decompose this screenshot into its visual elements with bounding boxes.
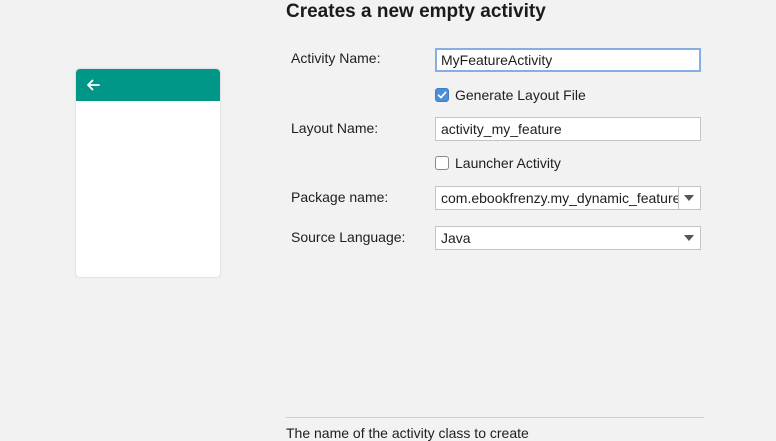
launcher-activity-checkbox[interactable] — [435, 156, 449, 170]
page-title: Creates a new empty activity — [286, 1, 546, 22]
preview-app-bar — [76, 69, 220, 101]
package-name-value[interactable]: com.ebookfrenzy.my_dynamic_feature — [436, 187, 678, 209]
activity-preview-card — [76, 69, 220, 277]
chevron-down-icon — [684, 235, 694, 241]
package-name-dropdown-button[interactable] — [678, 187, 700, 209]
layout-name-input[interactable] — [435, 117, 701, 141]
activity-name-label: Activity Name: — [291, 50, 381, 66]
help-text: The name of the activity class to create — [286, 425, 529, 441]
launcher-activity-checkbox-row[interactable]: Launcher Activity — [435, 155, 561, 171]
source-language-value: Java — [441, 230, 471, 246]
activity-name-input[interactable] — [435, 48, 701, 72]
arrow-back-icon — [87, 79, 100, 91]
package-name-label: Package name: — [291, 189, 389, 205]
chevron-down-icon — [684, 195, 694, 201]
launcher-activity-label: Launcher Activity — [455, 155, 561, 171]
check-icon — [437, 91, 447, 99]
source-language-select[interactable]: Java — [435, 226, 701, 250]
generate-layout-label: Generate Layout File — [455, 87, 586, 103]
package-name-combobox[interactable]: com.ebookfrenzy.my_dynamic_feature — [435, 186, 701, 210]
source-language-dropdown-arrow[interactable] — [679, 227, 700, 249]
generate-layout-checkbox-row[interactable]: Generate Layout File — [435, 87, 586, 103]
help-divider — [286, 417, 704, 418]
layout-name-label: Layout Name: — [291, 120, 379, 136]
source-language-label: Source Language: — [291, 229, 406, 245]
generate-layout-checkbox[interactable] — [435, 88, 449, 102]
